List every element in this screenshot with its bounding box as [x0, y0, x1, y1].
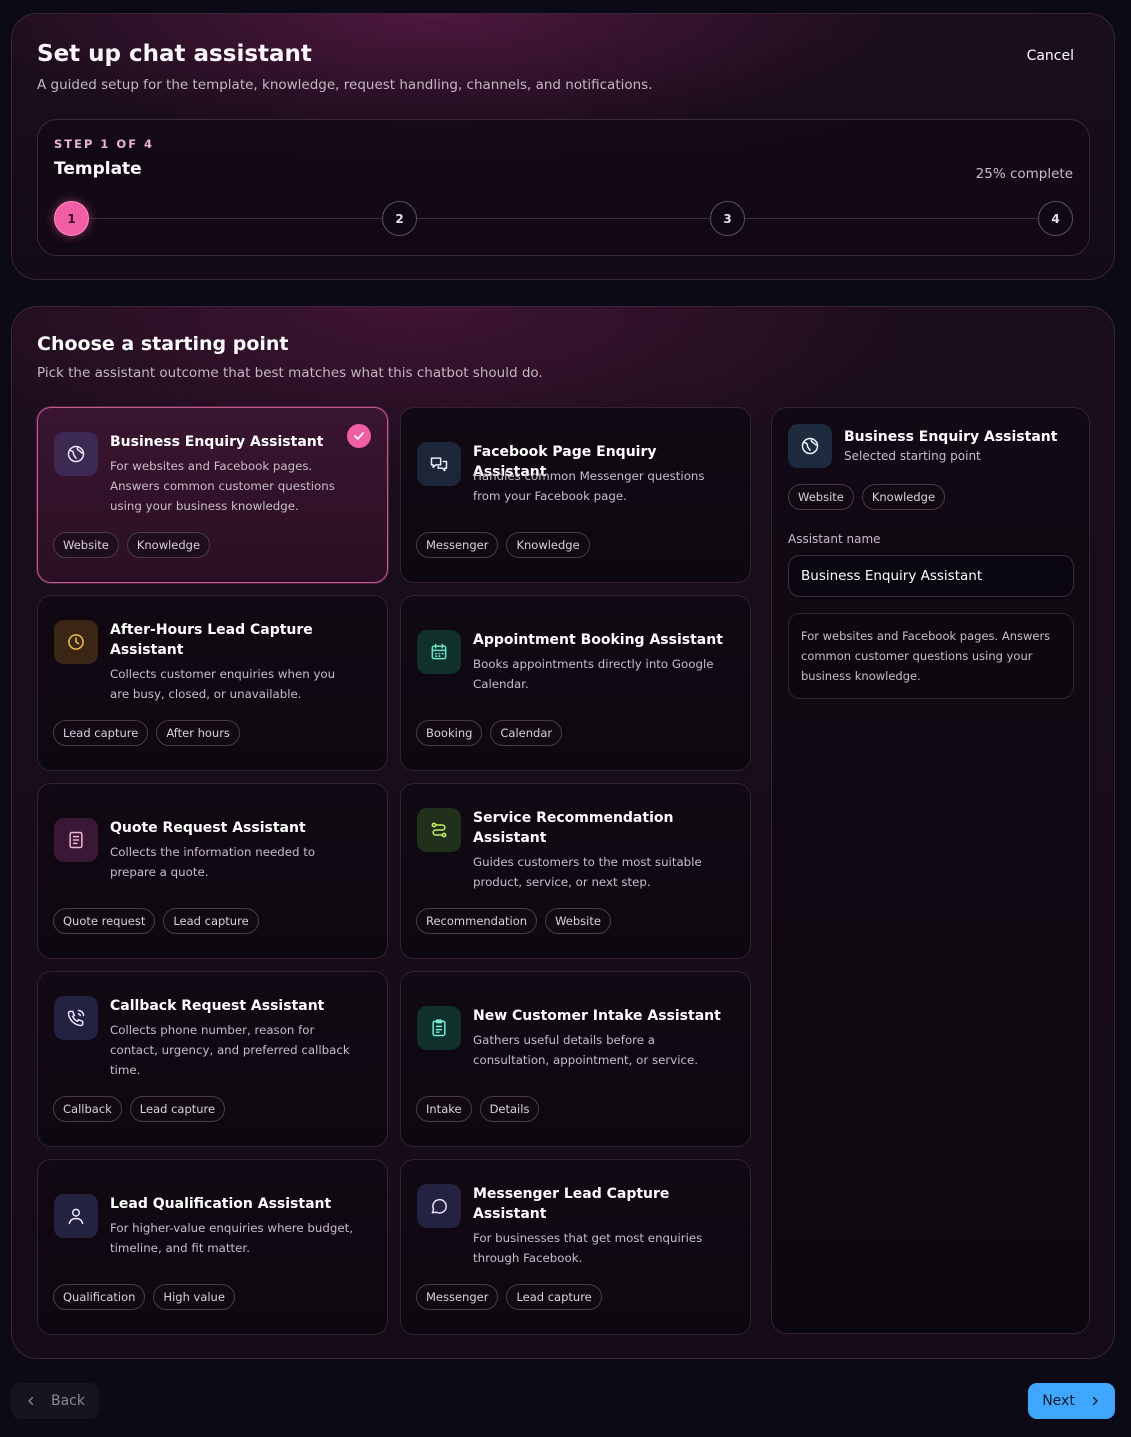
tag: Intake — [416, 1096, 472, 1122]
template-card-description: Collects the information needed to prepa… — [110, 845, 316, 879]
clipboard-icon — [417, 1006, 461, 1050]
tag: After hours — [156, 720, 240, 746]
tag: Booking — [416, 720, 483, 746]
template-card-service-recommendation[interactable]: Service Recommendation Assistant Guides … — [400, 783, 751, 959]
tag: Knowledge — [506, 532, 590, 558]
template-selection-panel: Choose a starting point Pick the assista… — [11, 306, 1115, 1359]
template-card-description: Gathers useful details before a consulta… — [473, 1033, 699, 1067]
template-card-after-hours-lead-capture[interactable]: After-Hours Lead Capture Assistant Colle… — [37, 595, 388, 771]
chevron-right-icon — [1092, 1396, 1098, 1406]
progress-text: 25% complete — [975, 166, 1073, 182]
tag: Lead capture — [53, 720, 149, 746]
template-card-description: For higher-value enquiries where budget,… — [110, 1221, 353, 1255]
template-card-new-customer-intake[interactable]: New Customer Intake Assistant Gathers us… — [400, 971, 751, 1147]
back-button-label: Back — [51, 1393, 85, 1409]
template-card-title: New Customer Intake Assistant — [473, 1008, 721, 1024]
route-icon — [417, 808, 461, 852]
tag: Messenger — [416, 532, 499, 558]
template-card-description: Books appointments directly into Google … — [473, 657, 714, 691]
tag: Website — [788, 484, 854, 510]
step-dot-1[interactable]: 1 — [54, 201, 89, 236]
template-card-quote-request[interactable]: Quote Request Assistant Collects the inf… — [37, 783, 388, 959]
globe-icon — [54, 432, 98, 476]
template-card-appointment-booking[interactable]: Appointment Booking Assistant Books appo… — [400, 595, 751, 771]
next-button[interactable]: Next — [1028, 1383, 1115, 1419]
tag: Callback — [53, 1096, 122, 1122]
step-dot-2[interactable]: 2 — [382, 201, 417, 236]
chevron-left-icon — [28, 1396, 34, 1406]
assistant-name-input[interactable] — [788, 555, 1074, 597]
tag: Website — [53, 532, 119, 558]
assistant-name-label: Assistant name — [788, 532, 881, 546]
section-subtitle: Pick the assistant outcome that best mat… — [37, 365, 543, 381]
clock-icon — [54, 620, 98, 664]
section-title: Choose a starting point — [37, 333, 289, 355]
template-card-title: Messenger Lead Capture Assistant — [473, 1186, 670, 1222]
setup-header-panel: Set up chat assistant A guided setup for… — [11, 13, 1115, 280]
user-icon — [54, 1194, 98, 1238]
step-dot-4[interactable]: 4 — [1038, 201, 1073, 236]
step-name: Template — [54, 159, 142, 179]
document-icon — [54, 818, 98, 862]
tag: Details — [479, 1096, 540, 1122]
phone-icon — [54, 996, 98, 1040]
template-card-messenger-lead-capture[interactable]: Messenger Lead Capture Assistant For bus… — [400, 1159, 751, 1335]
tag: Qualification — [53, 1284, 146, 1310]
step-progress: STEP 1 OF 4 Template 25% complete 1 2 3 … — [37, 119, 1090, 256]
page-title: Set up chat assistant — [37, 41, 312, 67]
template-card-description: Handles common Messenger questions from … — [473, 469, 705, 503]
next-button-label: Next — [1042, 1393, 1075, 1409]
tag: High value — [153, 1284, 235, 1310]
tag: Knowledge — [126, 532, 211, 558]
back-button[interactable]: Back — [11, 1383, 99, 1419]
tag: Lead capture — [129, 1096, 226, 1122]
template-card-facebook-page-enquiry[interactable]: Facebook Page Enquiry Assistant Handles … — [400, 407, 751, 583]
step-counter: STEP 1 OF 4 — [54, 137, 155, 151]
template-card-callback-request[interactable]: Callback Request Assistant Collects phon… — [37, 971, 388, 1147]
page-subtitle: A guided setup for the template, knowled… — [37, 77, 653, 93]
tag: Website — [545, 908, 611, 934]
tag: Calendar — [490, 720, 563, 746]
template-card-title: Service Recommendation Assistant — [473, 810, 674, 846]
globe-icon — [788, 424, 832, 468]
template-card-title: Appointment Booking Assistant — [473, 632, 723, 648]
template-card-description: Collects customer enquiries when you are… — [110, 667, 336, 701]
message-circle-icon — [417, 1184, 461, 1228]
tag: Lead capture — [163, 908, 259, 934]
tag: Messenger — [416, 1284, 499, 1310]
template-card-description: Guides customers to the most suitable pr… — [473, 855, 702, 889]
template-card-title: Quote Request Assistant — [110, 820, 306, 836]
template-card-title: Lead Qualification Assistant — [110, 1196, 332, 1212]
template-card-description: For websites and Facebook pages. Answers… — [110, 459, 335, 513]
template-card-business-enquiry[interactable]: Business Enquiry Assistant For websites … — [37, 407, 388, 583]
summary-description: For websites and Facebook pages. Answers… — [788, 613, 1074, 699]
tag: Knowledge — [861, 484, 946, 510]
template-card-title: Callback Request Assistant — [110, 998, 325, 1014]
step-dot-3[interactable]: 3 — [710, 201, 745, 236]
selected-template-summary: Business Enquiry Assistant Selected star… — [771, 407, 1090, 1334]
template-card-description: Collects phone number, reason for contac… — [110, 1023, 350, 1077]
tag: Lead capture — [506, 1284, 602, 1310]
summary-title: Business Enquiry Assistant — [844, 429, 1058, 445]
template-card-lead-qualification[interactable]: Lead Qualification Assistant For higher-… — [37, 1159, 388, 1335]
calendar-icon — [417, 630, 461, 674]
tag: Quote request — [53, 908, 156, 934]
template-card-title: Business Enquiry Assistant — [110, 434, 324, 450]
template-card-description: For businesses that get most enquiries t… — [473, 1231, 703, 1265]
tag: Recommendation — [416, 908, 538, 934]
check-icon — [347, 424, 371, 448]
summary-subtitle: Selected starting point — [844, 449, 981, 463]
step-track — [72, 218, 1055, 219]
chat-bubbles-icon — [417, 442, 461, 486]
template-card-title: After-Hours Lead Capture Assistant — [110, 622, 313, 658]
cancel-button[interactable]: Cancel — [1027, 48, 1074, 64]
